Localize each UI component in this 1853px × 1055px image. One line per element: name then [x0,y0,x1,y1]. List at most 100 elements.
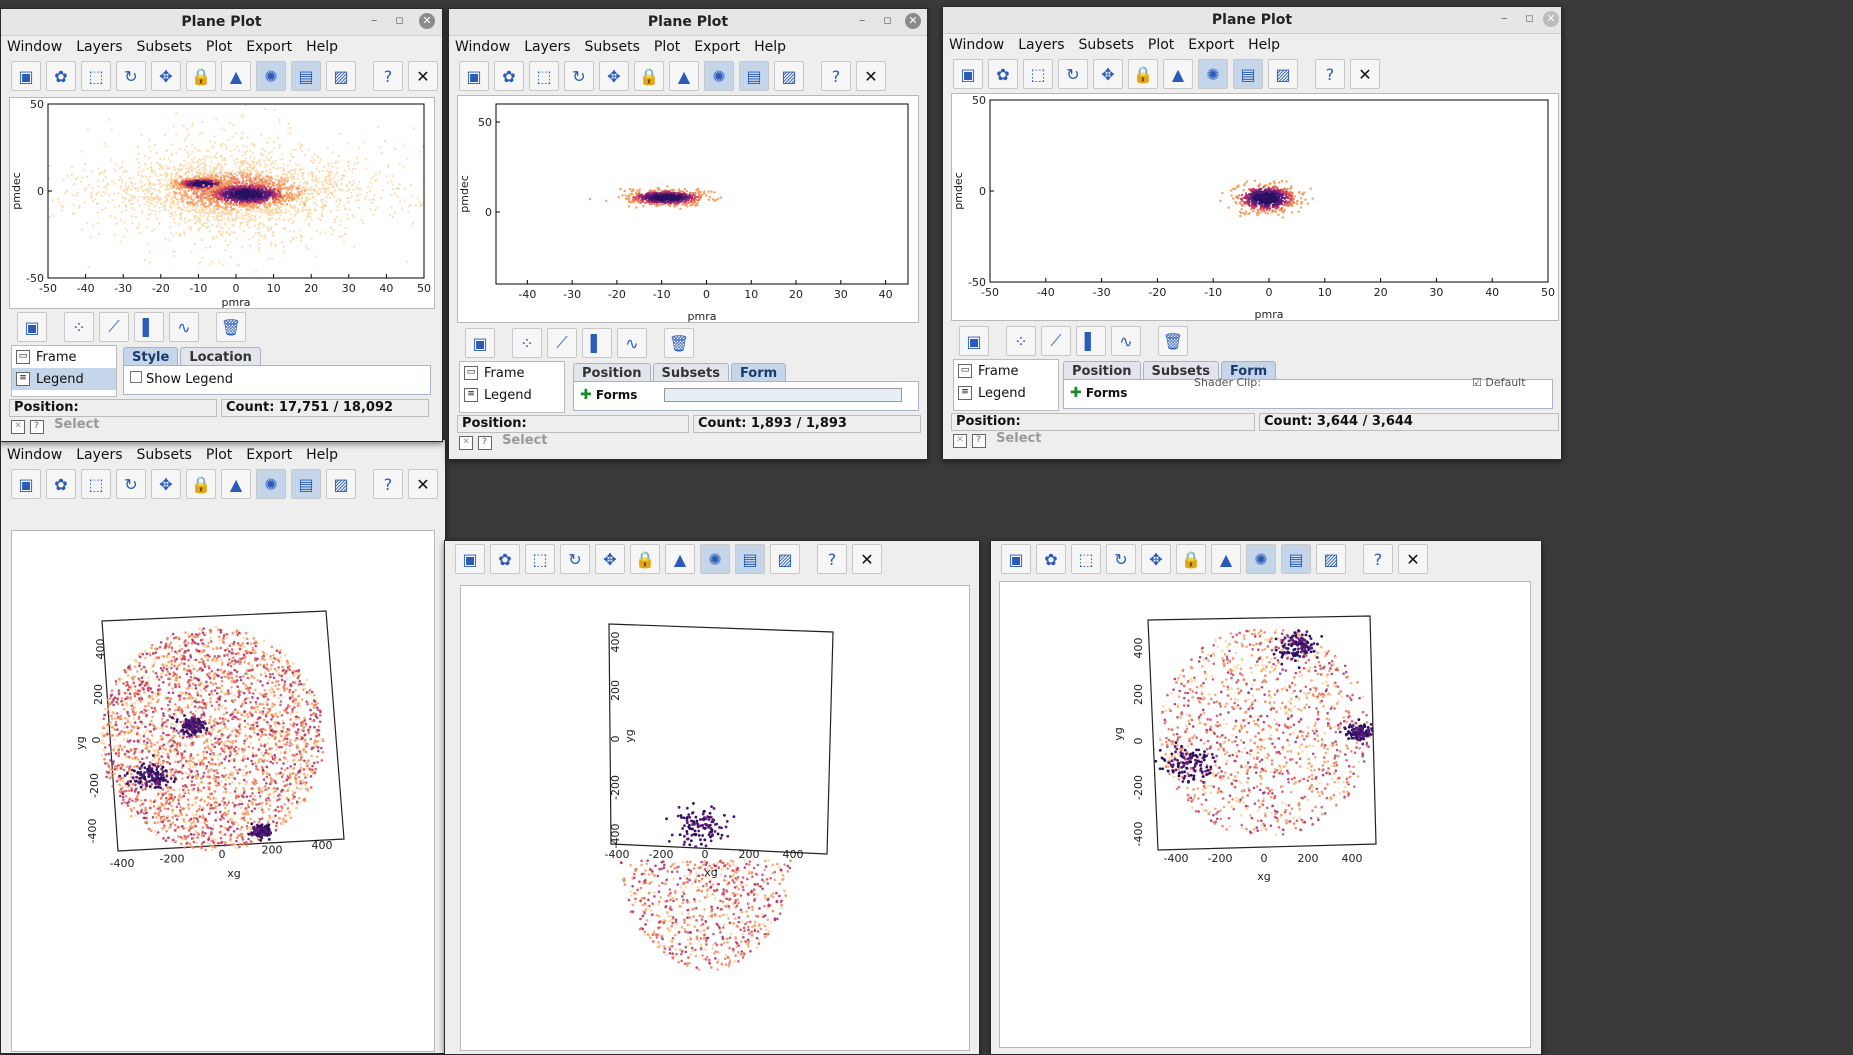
close-plot-icon[interactable]: ✕ [1398,544,1428,574]
display-icon[interactable]: ▣ [455,544,485,574]
axes-icon[interactable]: ▤ [291,469,321,499]
data-point [288,776,292,780]
plot-area-3d[interactable]: -400 -200 0 200 400 -400 -200 0 200 400 xg yg [460,585,970,1051]
data-point [139,725,142,729]
axes-icon[interactable]: ▤ [1281,544,1311,574]
data-point [758,938,761,941]
data-point [162,731,165,735]
data-point [209,700,212,704]
data-point [729,859,733,862]
data-point [1318,794,1321,798]
data-point [294,807,298,810]
blob-icon[interactable]: ✿ [1036,544,1066,574]
data-point [649,908,653,912]
move-icon[interactable]: ✥ [595,544,625,574]
close-plot-icon[interactable]: ✕ [852,544,882,574]
data-point [207,675,211,679]
data-point [143,684,147,687]
data-point [1224,736,1227,739]
reset-icon[interactable]: ↻ [560,544,590,574]
display-icon[interactable]: ▣ [1001,544,1031,574]
data-point [649,880,653,884]
lock-icon[interactable]: 🔒 [186,469,216,499]
data-point [1301,730,1305,734]
lock-icon[interactable]: 🔒 [630,544,660,574]
export-icon[interactable]: ▨ [1316,544,1346,574]
plot-area-3d[interactable]: -400 -200 0 200 400 -400 -200 0 200 400 xg yg [999,581,1531,1048]
help-icon[interactable]: ? [373,469,403,499]
data-point [1299,689,1302,693]
lock-icon[interactable]: 🔒 [1176,544,1206,574]
data-point [148,697,152,701]
data-point [1232,779,1236,782]
menu-layers[interactable]: Layers [76,447,122,463]
plot-area-3d[interactable]: -400 -200 0 200 400 -400 -200 0 200 400 xg yg [11,530,435,1052]
data-point [1255,766,1259,769]
help-icon[interactable]: ? [1363,544,1393,574]
data-point [686,916,689,919]
data-point [237,651,240,655]
color-icon[interactable]: ▲ [665,544,695,574]
data-point [1276,677,1279,681]
data-point [723,941,726,945]
menu-plot[interactable]: Plot [206,447,232,463]
help-icon[interactable]: ? [817,544,847,574]
data-point [222,712,226,716]
data-point [750,871,753,875]
blob-icon[interactable]: ✿ [46,469,76,499]
data-point [217,783,221,787]
data-point [770,921,773,924]
export-icon[interactable]: ▨ [770,544,800,574]
aux-icon[interactable]: ✺ [256,469,286,499]
zoom-box-icon[interactable]: ⬚ [81,469,111,499]
reset-icon[interactable]: ↻ [116,469,146,499]
menu-help[interactable]: Help [306,447,338,463]
data-point [286,766,289,770]
reset-icon[interactable]: ↻ [1106,544,1136,574]
data-point [1253,635,1257,638]
data-point [269,752,273,755]
data-point [279,656,283,659]
data-point [631,875,634,879]
aux-icon[interactable]: ✺ [1246,544,1276,574]
color-icon[interactable]: ▲ [1211,544,1241,574]
menu-export[interactable]: Export [246,447,292,463]
zoom-box-icon[interactable]: ⬚ [1071,544,1101,574]
color-icon[interactable]: ▲ [221,469,251,499]
data-point [170,716,174,720]
menu-window[interactable]: Window [7,447,62,463]
data-point [688,873,691,877]
data-point [280,745,283,749]
data-point [1198,721,1202,725]
data-point [242,636,245,640]
data-point [259,673,263,677]
data-point [233,727,237,730]
data-point [178,735,182,738]
export-icon[interactable]: ▨ [326,469,356,499]
move-icon[interactable]: ✥ [151,469,181,499]
data-point [698,899,702,903]
data-point [688,923,692,927]
zoom-box-icon[interactable]: ⬚ [525,544,555,574]
data-point [273,732,277,736]
display-icon[interactable]: ▣ [11,469,41,499]
close-plot-icon[interactable]: ✕ [408,469,438,499]
data-point [1240,642,1244,646]
data-point [243,714,246,718]
data-point [1256,751,1260,754]
data-point [664,900,667,903]
data-point [138,750,141,754]
move-icon[interactable]: ✥ [1141,544,1171,574]
aux-icon[interactable]: ✺ [700,544,730,574]
data-point [1186,704,1190,708]
data-point [136,758,140,761]
axes-icon[interactable]: ▤ [735,544,765,574]
data-point [174,713,177,717]
data-point [1238,631,1241,635]
menu-subsets[interactable]: Subsets [137,447,192,463]
blob-icon[interactable]: ✿ [490,544,520,574]
data-point [204,705,207,709]
data-point [1216,645,1220,648]
data-point [1202,793,1205,796]
data-point [255,833,259,836]
